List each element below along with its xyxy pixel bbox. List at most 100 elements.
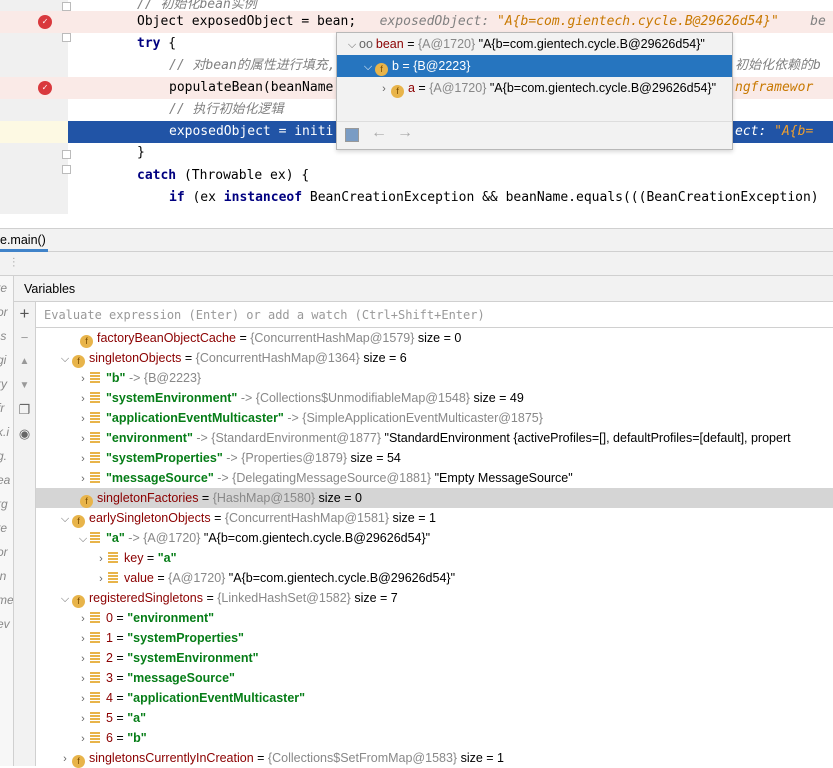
chevron-down-icon[interactable]: ⌵ bbox=[58, 509, 72, 528]
popup-tree-row[interactable]: › f a = {A@1720} "A{b=com.gientech.cycle.B… bbox=[337, 77, 732, 99]
variable-row[interactable]: ⌵ f earlySingletonObjects = {ConcurrentHas… bbox=[36, 508, 833, 528]
frame-item[interactable]: te bbox=[0, 516, 13, 540]
code-line[interactable]: catch (Throwable ex) { bbox=[0, 165, 833, 187]
variable-row[interactable]: › "systemProperties" -> {Properties@1879}… bbox=[36, 448, 833, 468]
field-icon: f bbox=[80, 495, 93, 508]
popup-tree-row[interactable]: ⌵ f b = {B@2223} bbox=[337, 55, 732, 77]
frame-item[interactable]: .s bbox=[0, 324, 13, 348]
code-editor[interactable]: // 初始化bean实例 ✓ Object exposedObject = bean… bbox=[0, 0, 833, 214]
variable-row[interactable]: › 1 = "systemProperties" bbox=[36, 628, 833, 648]
chevron-down-icon[interactable]: ⌵ bbox=[345, 34, 359, 56]
frame-item[interactable]: me bbox=[0, 588, 13, 612]
chevron-right-icon[interactable]: › bbox=[76, 469, 90, 488]
frame-item[interactable]: fr bbox=[0, 396, 13, 420]
chevron-right-icon[interactable]: › bbox=[76, 449, 90, 468]
breakpoint-icon[interactable]: ✓ bbox=[38, 81, 52, 95]
variable-name: factoryBeanObjectCache bbox=[97, 331, 236, 345]
frame-item[interactable]: ev bbox=[0, 612, 13, 636]
object-tree-icon[interactable] bbox=[345, 128, 359, 142]
fold-marker-icon[interactable] bbox=[62, 2, 71, 11]
code-comment: 初始化依赖的b bbox=[735, 58, 821, 73]
chevron-down-icon[interactable]: ⌵ bbox=[361, 56, 375, 78]
variable-row[interactable]: › 3 = "messageSource" bbox=[36, 668, 833, 688]
frame-item[interactable]: ea bbox=[0, 468, 13, 492]
variable-row[interactable]: › "environment" -> {StandardEnvironment@1… bbox=[36, 428, 833, 448]
code-line[interactable]: if (ex instanceof BeanCreationException … bbox=[0, 187, 833, 209]
add-watch-icon[interactable]: + bbox=[14, 302, 35, 326]
variable-row[interactable]: ⌵ "a" -> {A@1720} "A{b=com.gientech.cycle… bbox=[36, 528, 833, 548]
variable-name: key bbox=[124, 551, 144, 565]
variable-row[interactable]: f singletonFactories = {HashMap@1580} siz… bbox=[36, 488, 833, 508]
frame-item[interactable]: ry bbox=[0, 372, 13, 396]
chevron-down-icon[interactable]: ⌵ bbox=[58, 349, 72, 368]
variable-row[interactable]: › "b" -> {B@2223} bbox=[36, 368, 833, 388]
chevron-right-icon[interactable]: › bbox=[76, 369, 90, 388]
variable-row[interactable]: › "applicationEventMulticaster" -> {Simpl… bbox=[36, 408, 833, 428]
popup-tree-row[interactable]: ⌵ oo bean = {A@1720} "A{b=com.gientech.cyc… bbox=[337, 33, 732, 55]
chevron-right-icon[interactable]: › bbox=[377, 78, 391, 100]
fold-marker-icon[interactable] bbox=[62, 150, 71, 159]
equals: = bbox=[202, 591, 218, 605]
variables-tree: f factoryBeanObjectCache = {ConcurrentHas… bbox=[36, 328, 833, 768]
chevron-right-icon[interactable]: › bbox=[76, 669, 90, 688]
chevron-right-icon[interactable]: › bbox=[76, 409, 90, 428]
chevron-right-icon[interactable]: › bbox=[76, 709, 90, 728]
remove-watch-icon[interactable]: − bbox=[14, 326, 35, 350]
frame-item[interactable]: te bbox=[0, 276, 13, 300]
breakpoint-icon[interactable]: ✓ bbox=[38, 15, 52, 29]
variable-row[interactable]: ⌵ f registeredSingletons = {LinkedHashSet@… bbox=[36, 588, 833, 608]
frame-item[interactable]: in bbox=[0, 564, 13, 588]
variable-value: "A{b=com.gientech.cycle.B@29626d54}" bbox=[486, 81, 717, 95]
back-arrow-icon[interactable]: ← bbox=[371, 124, 387, 142]
map-entry-icon bbox=[108, 572, 118, 583]
chevron-right-icon[interactable]: › bbox=[76, 429, 90, 448]
frame-item[interactable]: rg bbox=[0, 492, 13, 516]
variable-row[interactable]: › value = {A@1720} "A{b=com.gientech.cycl… bbox=[36, 568, 833, 588]
variable-row[interactable]: f factoryBeanObjectCache = {ConcurrentHas… bbox=[36, 328, 833, 348]
variable-row[interactable]: › 0 = "environment" bbox=[36, 608, 833, 628]
frame-item[interactable]: gi bbox=[0, 348, 13, 372]
chevron-right-icon[interactable]: › bbox=[76, 729, 90, 748]
map-entry-icon bbox=[108, 552, 118, 563]
variable-value: "a" bbox=[127, 711, 147, 725]
chevron-down-icon[interactable]: ⌵ bbox=[58, 589, 72, 608]
chevron-right-icon[interactable]: › bbox=[94, 569, 108, 588]
restore-layout-icon[interactable]: ⫶ bbox=[12, 255, 15, 271]
forward-arrow-icon[interactable]: → bbox=[397, 124, 413, 142]
frame-item[interactable]: g. bbox=[0, 444, 13, 468]
chevron-right-icon[interactable]: › bbox=[76, 609, 90, 628]
variable-row[interactable]: › key = "a" bbox=[36, 548, 833, 568]
fold-marker-icon[interactable] bbox=[62, 165, 71, 174]
variable-name: 1 bbox=[106, 631, 113, 645]
frame-item[interactable]: or bbox=[0, 300, 13, 324]
variable-row[interactable]: › "messageSource" -> {DelegatingMessageSo… bbox=[36, 468, 833, 488]
evaluate-expression-input[interactable]: Evaluate expression (Enter) or add a wat… bbox=[36, 302, 833, 328]
variable-row[interactable]: › 4 = "applicationEventMulticaster" bbox=[36, 688, 833, 708]
frame-item[interactable]: k.i bbox=[0, 420, 13, 444]
code-line[interactable]: ✓ Object exposedObject = bean; exposedObj… bbox=[0, 11, 833, 33]
chevron-down-icon[interactable]: ⌵ bbox=[76, 529, 90, 548]
variable-row[interactable]: › 5 = "a" bbox=[36, 708, 833, 728]
variable-value: "systemEnvironment" bbox=[127, 651, 259, 665]
variable-row[interactable]: › f singletonsCurrentlyInCreation = {Colle… bbox=[36, 748, 833, 768]
fold-marker-icon[interactable] bbox=[62, 33, 71, 42]
chevron-right-icon[interactable]: › bbox=[58, 749, 72, 768]
variable-row[interactable]: › 2 = "systemEnvironment" bbox=[36, 648, 833, 668]
chevron-right-icon[interactable]: › bbox=[76, 629, 90, 648]
view-options-icon[interactable]: ◉ bbox=[14, 422, 35, 446]
chevron-right-icon[interactable]: › bbox=[94, 549, 108, 568]
variable-row[interactable]: › "systemEnvironment" -> {Collections$Unm… bbox=[36, 388, 833, 408]
object-ref: {LinkedHashSet@1582} bbox=[217, 591, 351, 605]
chevron-right-icon[interactable]: › bbox=[76, 689, 90, 708]
move-up-icon[interactable]: ▲ bbox=[14, 350, 35, 374]
chevron-right-icon[interactable]: › bbox=[76, 389, 90, 408]
map-entry-icon bbox=[90, 652, 100, 663]
chevron-right-icon[interactable]: › bbox=[76, 649, 90, 668]
debug-session-tab[interactable]: e.main() ✕ bbox=[0, 229, 48, 269]
frames-list[interactable]: teor.sgiryfrk.ig.eargteorinmeev bbox=[0, 276, 14, 766]
copy-icon[interactable]: ❐ bbox=[14, 398, 35, 422]
variable-row[interactable]: › 6 = "b" bbox=[36, 728, 833, 748]
variable-row[interactable]: ⌵ f singletonObjects = {ConcurrentHashMap@… bbox=[36, 348, 833, 368]
move-down-icon[interactable]: ▼ bbox=[14, 374, 35, 398]
frame-item[interactable]: or bbox=[0, 540, 13, 564]
